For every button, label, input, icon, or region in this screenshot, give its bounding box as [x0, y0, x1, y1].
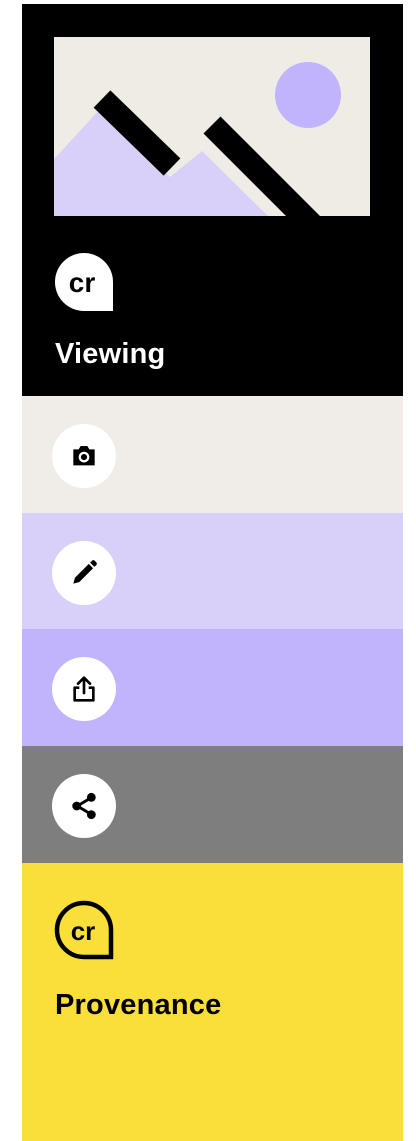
cr-logo-icon: cr [54, 253, 113, 311]
viewing-card: cr Viewing [22, 4, 403, 398]
share-icon [72, 792, 96, 820]
step-edit [22, 513, 403, 630]
share-button[interactable] [52, 774, 116, 838]
camera-button[interactable] [52, 424, 116, 488]
svg-text:cr: cr [71, 916, 96, 946]
step-capture [22, 396, 403, 513]
image-placeholder-icon [54, 37, 370, 216]
camera-icon [73, 446, 95, 466]
step-publish [22, 629, 403, 746]
cr-logo-icon: cr [54, 900, 114, 960]
edit-button[interactable] [52, 541, 116, 605]
viewing-label: Viewing [55, 338, 166, 370]
provenance-label: Provenance [55, 989, 222, 1021]
step-share [22, 746, 403, 863]
svg-text:cr: cr [69, 267, 96, 298]
upload-button[interactable] [52, 657, 116, 721]
pencil-icon [73, 560, 97, 584]
provenance-card: cr Provenance [22, 863, 403, 1141]
upload-icon [73, 676, 95, 702]
